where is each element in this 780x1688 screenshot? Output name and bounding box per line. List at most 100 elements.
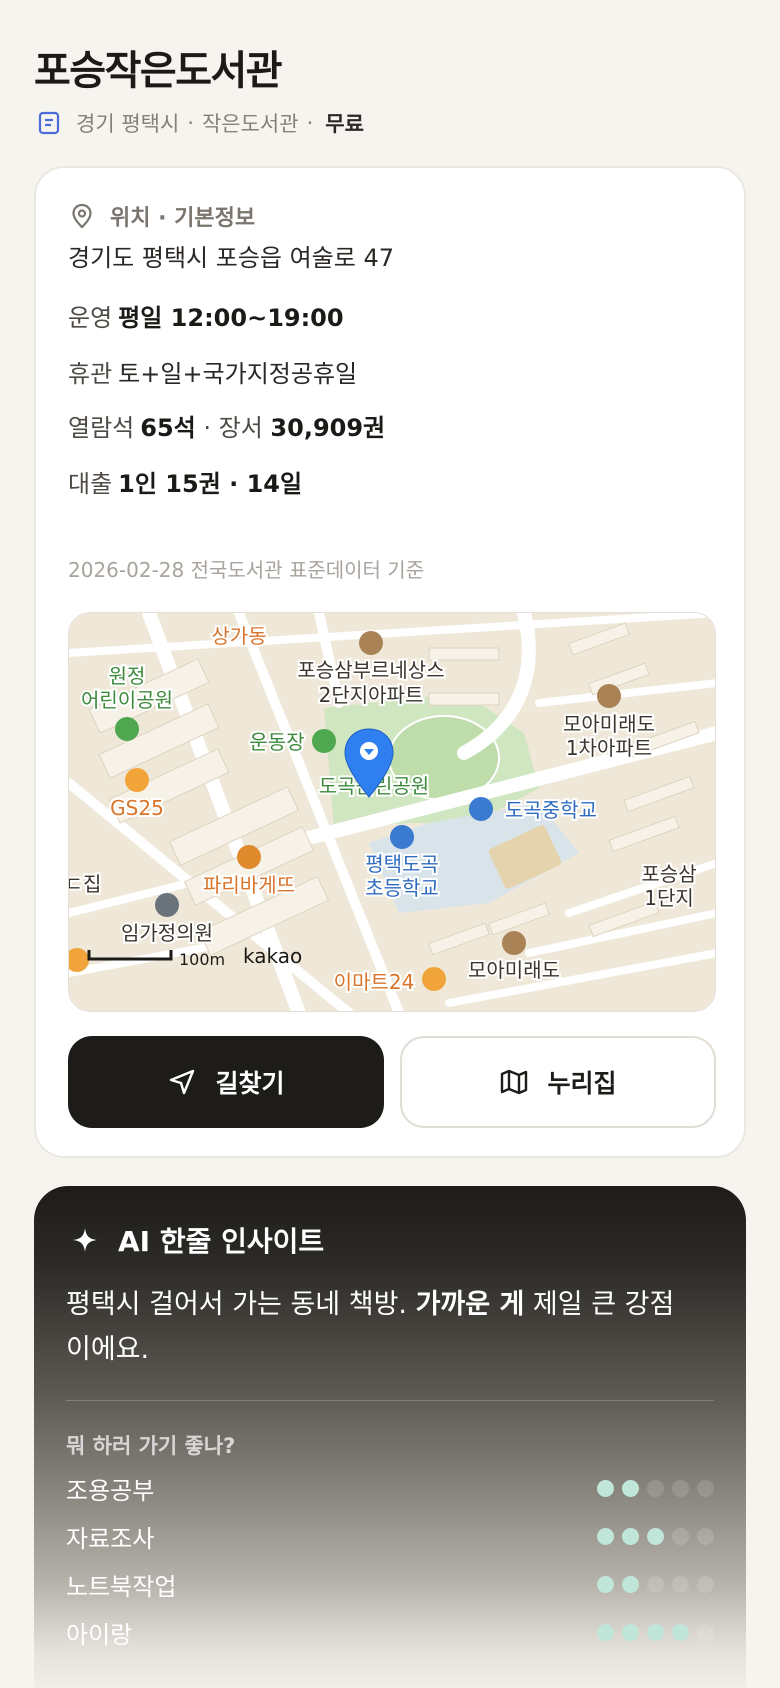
store-marker — [422, 967, 446, 991]
rating-dot-empty — [697, 1479, 714, 1497]
rating-dot-filled — [597, 1527, 614, 1545]
rating-dot-empty — [697, 1527, 714, 1545]
activity-label: 노트북작업 — [66, 1572, 177, 1601]
loan-value: 1인 15권 · 14일 — [118, 470, 303, 498]
books-value: 30,909권 — [270, 414, 386, 442]
rating-dot-filled — [647, 1623, 664, 1641]
address: 경기도 평택시 포승읍 여술로 47 — [68, 244, 395, 272]
loan-label: 대출 — [68, 470, 113, 498]
seats-label: 열람석 — [68, 414, 135, 442]
activity-question: 뭐 하러 가기 좋나? — [66, 1434, 236, 1458]
closed-value: 토+일+국가지정공휴일 — [118, 360, 358, 388]
activity-rating — [597, 1575, 714, 1593]
ai-insight-card: AI 한줄 인사이트 평택시 걸어서 가는 동네 책방. 가까운 게 제일 큰 … — [34, 1186, 746, 1688]
closed-row: 휴관 토+일+국가지정공휴일 — [68, 354, 357, 389]
map-label: 원정 — [109, 664, 146, 688]
seats-value: 65석 — [140, 414, 196, 442]
activity-rating — [597, 1527, 714, 1545]
rating-dot-filled — [622, 1575, 639, 1593]
activity-label: 조용공부 — [66, 1476, 155, 1505]
region-text: 경기 평택시 — [76, 112, 180, 136]
ai-text-highlight: 가까운 게 — [415, 1289, 525, 1320]
ai-text-part: 평택시 걸어서 가는 동네 책방. — [66, 1289, 416, 1320]
books-label: · 장서 — [195, 414, 271, 442]
rating-dot-filled — [622, 1527, 639, 1545]
school-marker — [390, 825, 414, 849]
navigation-arrow-icon — [167, 1067, 197, 1097]
map-label: 모아미래도 — [468, 958, 560, 982]
map-label: 초등학교 — [365, 876, 439, 900]
location-map[interactable]: 상가동 포승삼부르네상스 2단지아파트 원정 어린이공원 모아미래도 1차아파트… — [68, 612, 716, 1012]
rating-dot-filled — [597, 1479, 614, 1497]
school-marker — [469, 797, 493, 821]
map-label: GS25 — [110, 796, 164, 820]
divider — [66, 1400, 714, 1401]
map-label: 파리바게뜨 — [203, 873, 295, 897]
rating-dot-filled — [622, 1479, 639, 1497]
activity-rating — [597, 1623, 714, 1641]
rating-dot-filled — [597, 1623, 614, 1641]
activity-rating — [597, 1479, 714, 1497]
map-label: 1단지 — [644, 886, 694, 910]
activity-row: 아이랑 — [66, 1612, 714, 1652]
location-pin-icon — [68, 202, 96, 230]
homepage-button[interactable]: 누리집 — [400, 1036, 716, 1128]
rating-dot-empty — [697, 1623, 714, 1641]
sparkle-icon — [70, 1225, 100, 1255]
map-label: ㄷ집 — [69, 872, 101, 896]
activity-row: 조용공부 — [66, 1468, 714, 1508]
rating-dot-empty — [672, 1575, 689, 1593]
map-label: 어린이공원 — [81, 688, 173, 712]
rating-dot-empty — [672, 1527, 689, 1545]
capacity-row: 열람석 65석 · 장서 30,909권 — [68, 408, 385, 443]
rating-dot-filled — [647, 1527, 664, 1545]
document-icon — [36, 110, 62, 136]
activity-row: 노트북작업 — [66, 1564, 714, 1604]
loan-row: 대출 1인 15권 · 14일 — [68, 464, 302, 499]
separator: · — [187, 111, 194, 135]
scale-label: 100m — [179, 950, 225, 969]
map-icon — [499, 1067, 529, 1097]
directions-label: 길찾기 — [215, 1069, 285, 1098]
kakao-logo: kakao — [243, 944, 302, 968]
page-title: 포승작은도서관 — [34, 48, 283, 94]
hours-row: 운영 평일 12:00~19:00 — [68, 298, 344, 333]
hours-label: 운영 — [68, 304, 113, 332]
homepage-label: 누리집 — [547, 1069, 617, 1098]
map-label: 모아미래도 — [563, 712, 655, 736]
park-marker — [312, 729, 336, 753]
closed-label: 휴관 — [68, 360, 113, 388]
map-label: 1차아파트 — [566, 736, 652, 760]
ai-insight-header: AI 한줄 인사이트 — [70, 1220, 324, 1260]
rating-dot-filled — [622, 1623, 639, 1641]
map-label: 임가정의원 — [121, 921, 213, 945]
activity-label: 아이랑 — [66, 1620, 133, 1649]
rating-dot-empty — [672, 1479, 689, 1497]
directions-button[interactable]: 길찾기 — [68, 1036, 384, 1128]
section-title: 위치 · 기본정보 — [110, 206, 256, 231]
map-label: 도곡중학교 — [505, 798, 597, 822]
activity-label: 자료조사 — [66, 1524, 155, 1553]
section-header: 위치 · 기본정보 — [68, 198, 255, 234]
apartment-marker — [502, 931, 526, 955]
map-label: 이마트24 — [334, 970, 415, 994]
rating-dot-empty — [647, 1575, 664, 1593]
rating-dot-empty — [697, 1575, 714, 1593]
hospital-marker — [155, 893, 179, 917]
apartment-marker — [359, 631, 383, 655]
ai-insight-title: AI 한줄 인사이트 — [118, 1225, 325, 1258]
hours-value: 평일 12:00~19:00 — [118, 304, 344, 332]
info-card: 위치 · 기본정보 경기도 평택시 포승읍 여술로 47 운영 평일 12:00~… — [34, 166, 746, 1158]
map-label: 운동장 — [249, 730, 304, 754]
map-label: 상가동 — [211, 624, 266, 648]
library-meta: 경기 평택시 · 작은도서관 · 무료 — [36, 108, 364, 138]
park-marker — [115, 717, 139, 741]
map-label: 포승삼부르네상스 — [297, 658, 444, 682]
rating-dot-empty — [647, 1479, 664, 1497]
map-label: 포승삼 — [641, 862, 696, 886]
ai-insight-text: 평택시 걸어서 가는 동네 책방. 가까운 게 제일 큰 강점이에요. — [66, 1282, 686, 1372]
separator: · — [306, 111, 314, 135]
map-label: 평택도곡 — [365, 852, 439, 876]
rating-dot-filled — [672, 1623, 689, 1641]
library-type: 작은도서관 — [201, 112, 299, 136]
